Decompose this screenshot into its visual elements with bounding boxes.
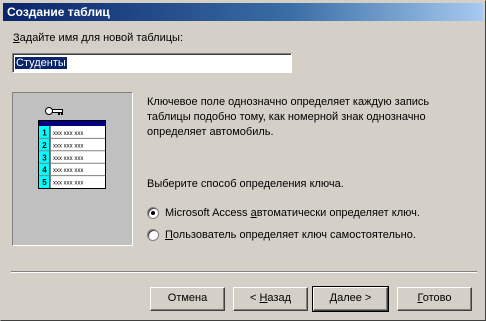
key-icon [45, 107, 63, 115]
window-title: Создание таблиц [7, 5, 110, 19]
manual-key-label-hotkey: П [165, 229, 173, 241]
back-button-label-post: азад [267, 292, 291, 304]
create-table-wizard-window: Создание таблиц Задайте имя для новой та… [0, 0, 486, 321]
auto-key-label: Microsoft Access автоматически определяе… [165, 207, 420, 219]
finish-button-label-post: отово [422, 292, 452, 304]
row-number: 1 [42, 129, 47, 138]
table-name-label-hotkey: З [13, 32, 20, 44]
auto-key-radio[interactable] [147, 207, 159, 219]
table-name-input[interactable]: Студенты [12, 53, 292, 73]
table-name-value: Студенты [15, 57, 67, 69]
table-name-label: Задайте имя для новой таблицы: [13, 32, 183, 44]
row-number: 4 [42, 166, 47, 175]
auto-key-option[interactable]: Microsoft Access автоматически определяе… [147, 205, 420, 221]
key-table-illustration-icon: 1 xxx xxx xxx 2 xxx xxx xxx 3 xxx xxx xxx 4 xxx… [38, 107, 106, 189]
cancel-button-label: Отмена [167, 292, 208, 304]
row-cells: xxx xxx xxx [53, 181, 83, 187]
next-button-label-post: алее > [337, 292, 372, 304]
title-bar: Создание таблиц [3, 3, 483, 21]
next-button[interactable]: Далее > [312, 286, 389, 312]
row-cells: xxx xxx xxx [53, 168, 83, 174]
button-separator [11, 271, 477, 273]
back-button[interactable]: < Назад [233, 287, 308, 311]
row-cells: xxx xxx xxx [53, 131, 83, 137]
row-cells: xxx xxx xxx [53, 143, 83, 149]
manual-key-radio[interactable] [147, 229, 159, 241]
manual-key-label-post: ользователь определяет ключ самостоятель… [172, 229, 416, 241]
cancel-button[interactable]: Отмена [150, 287, 225, 311]
key-description: Ключевое поле однозначно определяет кажд… [147, 96, 430, 138]
row-number: 2 [42, 141, 47, 150]
row-number: 3 [42, 153, 47, 162]
auto-key-label-pre: Microsoft Access [165, 207, 251, 219]
row-cells: xxx xxx xxx [53, 156, 83, 162]
key-method-prompt: Выберите способ определения ключа. [147, 178, 344, 190]
row-number: 5 [42, 178, 47, 187]
next-button-label-hotkey: Д [329, 292, 338, 304]
table-name-label-post: адайте имя для новой таблицы: [19, 32, 184, 44]
manual-key-label: Пользователь определяет ключ самостоятел… [165, 229, 416, 241]
manual-key-option[interactable]: Пользователь определяет ключ самостоятел… [147, 227, 416, 243]
auto-key-label-post: втоматически определяет ключ. [256, 207, 420, 219]
finish-button[interactable]: Готово [397, 287, 472, 311]
primary-key-illustration: 1 xxx xxx xxx 2 xxx xxx xxx 3 xxx xxx xxx 4 xxx… [12, 92, 133, 246]
